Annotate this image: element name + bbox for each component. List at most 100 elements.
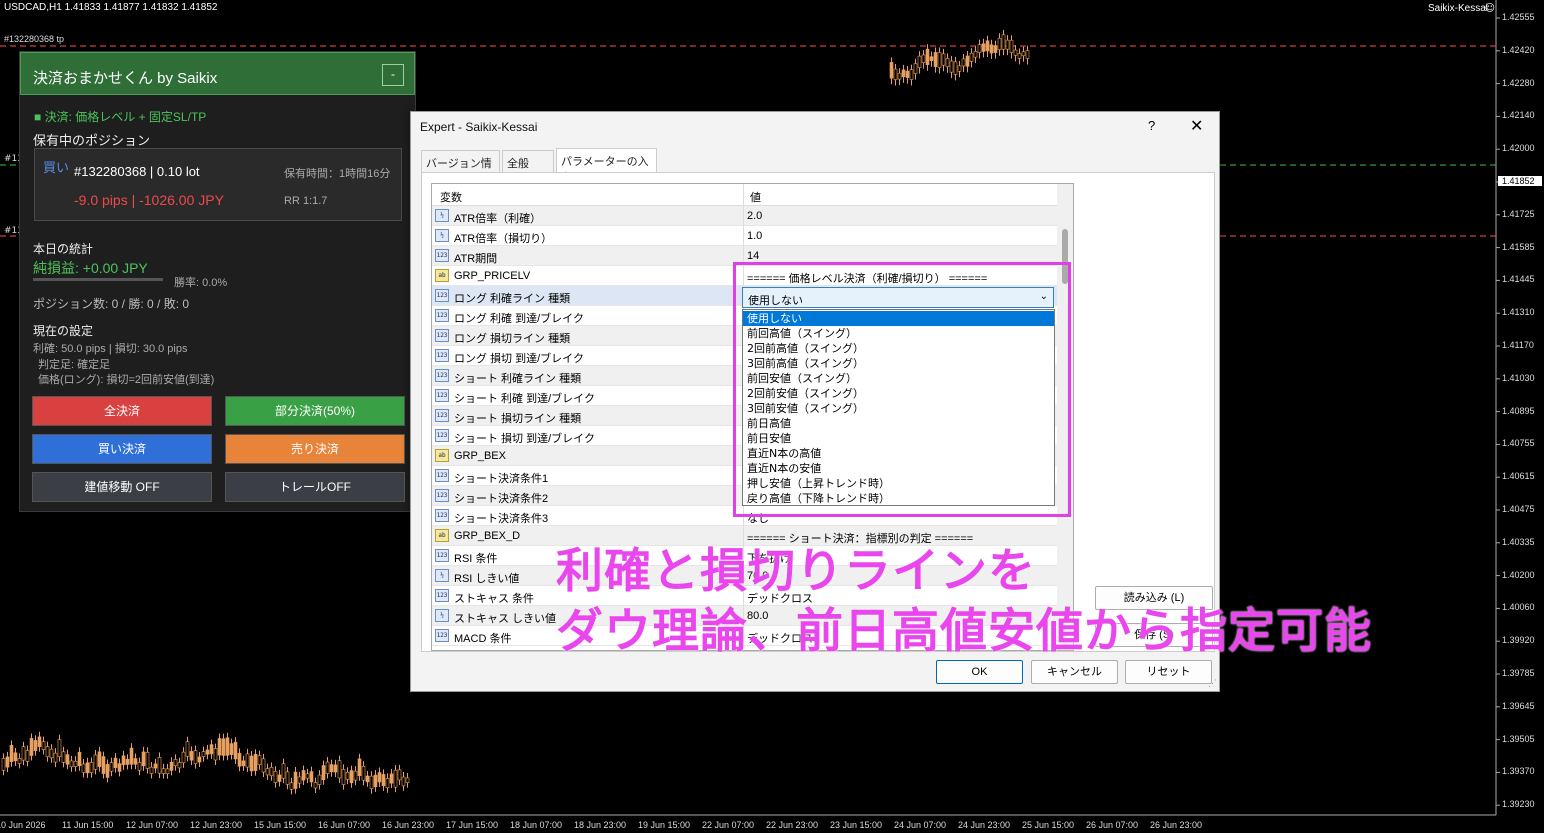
ok-button[interactable]: OK	[936, 660, 1023, 684]
price-tick-label: 1.40335	[1502, 536, 1535, 547]
candle-body	[953, 61, 958, 75]
candle-body	[21, 746, 26, 761]
candle-body	[205, 749, 210, 755]
candle-body	[73, 760, 78, 767]
candle-body	[241, 760, 246, 767]
candle-body	[925, 48, 930, 66]
candle-body	[65, 754, 70, 765]
candle-body	[377, 772, 382, 783]
price-tick-label: 1.39920	[1502, 635, 1535, 646]
tab-version-info[interactable]: バージョン情報	[421, 150, 500, 186]
time-tick-label: 26 Jun 23:00	[1150, 820, 1203, 830]
candle-body	[997, 38, 1002, 50]
time-tick-label: 22 Jun 07:00	[702, 820, 755, 830]
candle-body	[1013, 49, 1018, 56]
candle-body	[313, 782, 318, 789]
grid-header: 変数 値	[432, 184, 1057, 206]
candle-body	[941, 53, 946, 66]
candle-body	[93, 754, 98, 770]
candle-body	[357, 758, 362, 777]
candle-body	[1025, 50, 1030, 59]
candle-body	[269, 767, 274, 777]
candle-body	[17, 758, 22, 764]
candle-body	[57, 739, 62, 757]
candle-body	[373, 774, 378, 788]
minimize-button[interactable]: -	[382, 64, 404, 86]
price-tick-label: 1.40615	[1502, 471, 1535, 482]
candle-body	[281, 763, 286, 779]
candle-body	[33, 740, 38, 751]
candle-body	[245, 753, 250, 768]
candle-body	[81, 763, 86, 773]
candle-body	[197, 756, 202, 763]
candle-body	[201, 751, 206, 757]
candle-body	[273, 771, 278, 783]
smiley-icon[interactable]: ☺	[1485, 3, 1495, 14]
integer-type-icon: 123	[435, 469, 449, 482]
parameter-value[interactable]: 2.0	[747, 210, 762, 222]
string-type-icon: ab	[435, 529, 449, 542]
settings-tp-sl: 利確: 50.0 pips | 損切: 30.0 pips	[33, 343, 188, 355]
close-sell-button[interactable]: 売り決済	[225, 434, 405, 464]
trail-toggle[interactable]: トレールOFF	[225, 472, 405, 502]
cancel-button[interactable]: キャンセル	[1031, 660, 1118, 684]
parameter-name: ショート決済条件2	[454, 493, 549, 505]
candle-body	[909, 69, 914, 80]
candle-body	[217, 738, 222, 756]
time-tick-label: 16 Jun 07:00	[318, 820, 371, 830]
dialog-title: Expert - Saikix-Kessai	[420, 120, 538, 134]
position-counts: ポジション数: 0 / 勝: 0 / 敗: 0	[33, 297, 190, 311]
column-variable[interactable]: 変数	[440, 189, 462, 205]
candle-body	[29, 738, 34, 756]
parameter-value[interactable]: 14	[747, 250, 759, 262]
price-tick-label: 1.39370	[1502, 766, 1535, 777]
close-icon[interactable]: ✕	[1190, 116, 1203, 136]
price-tick-label: 1.41170	[1502, 340, 1534, 350]
candle-body	[1, 758, 6, 771]
candle-body	[961, 58, 966, 67]
partial-close-button[interactable]: 部分決済(50%)	[225, 396, 405, 426]
breakeven-toggle[interactable]: 建値移動 OFF	[32, 472, 212, 502]
position-ticket: #132280368 | 0.10 lot	[74, 164, 200, 179]
parameter-name: GRP_PRICELV	[454, 270, 531, 282]
candle-body	[85, 762, 90, 774]
integer-type-icon: 123	[435, 429, 449, 442]
panel-header[interactable]: 決済おまかせくん by Saikix -	[20, 52, 415, 95]
candle-body	[321, 765, 326, 781]
time-tick-label: 19 Jun 15:00	[638, 820, 691, 830]
ea-control-panel: 決済おまかせくん by Saikix - ■ 決済: 価格レベル + 固定SL/…	[19, 51, 416, 512]
candle-body	[53, 752, 58, 763]
candle-body	[165, 768, 170, 775]
parameter-name: MACD 条件	[454, 633, 512, 645]
candle-body	[193, 750, 198, 764]
parameter-row[interactable]: ½ ATR倍率（損切り） 1.0	[432, 226, 1057, 246]
highlight-box	[733, 262, 1071, 517]
candle-body	[989, 44, 994, 54]
tab-input-parameters[interactable]: パラメーターの入力	[556, 148, 657, 184]
column-value[interactable]: 値	[750, 189, 761, 205]
price-tick-label: 1.39230	[1502, 799, 1535, 810]
candle-body	[921, 54, 926, 63]
integer-type-icon: 123	[435, 409, 449, 422]
price-tick-label: 1.42280	[1502, 77, 1535, 88]
parameter-value[interactable]: 1.0	[747, 230, 762, 242]
reset-button[interactable]: リセット	[1125, 660, 1212, 684]
parameter-row[interactable]: ½ ATR倍率（利確） 2.0	[432, 206, 1057, 226]
candle-body	[37, 736, 42, 748]
candle-body	[129, 747, 134, 765]
help-icon[interactable]: ?	[1148, 118, 1155, 133]
parameter-name: ショート 損切ライン 種類	[454, 413, 582, 425]
candle-body	[233, 741, 238, 760]
tab-general[interactable]: 全般	[502, 150, 554, 172]
parameter-name: GRP_BEX	[454, 450, 506, 462]
close-all-button[interactable]: 全決済	[32, 396, 212, 426]
candle-body	[381, 774, 386, 787]
close-buy-button[interactable]: 買い決済	[32, 434, 212, 464]
candle-body	[157, 757, 162, 774]
candle-body	[1009, 39, 1014, 53]
candle-body	[45, 746, 50, 758]
resize-grip-icon[interactable]: ⋰	[1208, 678, 1217, 689]
candle-body	[185, 741, 190, 757]
candle-body	[253, 753, 258, 771]
time-tick-label: 24 Jun 23:00	[958, 820, 1011, 830]
